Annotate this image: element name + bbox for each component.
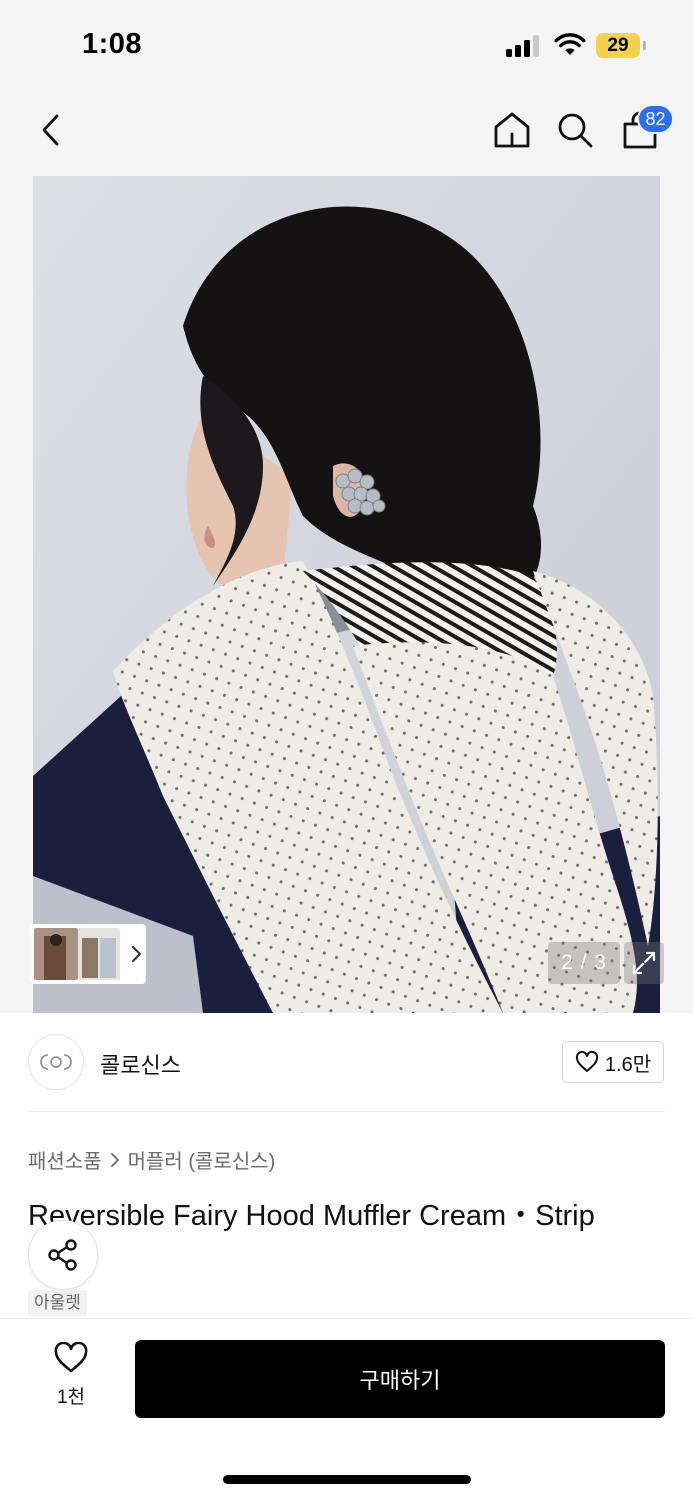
- share-icon: [48, 1239, 77, 1271]
- back-button[interactable]: [26, 100, 74, 160]
- nav-bar: [0, 100, 693, 164]
- battery-icon: 29: [596, 33, 640, 58]
- signal-icon: [506, 35, 542, 57]
- image-counter: 2 / 3: [548, 942, 620, 984]
- thumbnail-strip[interactable]: [30, 924, 146, 984]
- breadcrumb: 패션소품 머플러 (콜로신스): [28, 1145, 275, 1174]
- thumbnail-2[interactable]: [78, 928, 120, 980]
- wifi-icon: [554, 33, 586, 55]
- expand-icon: [632, 951, 656, 975]
- buy-button[interactable]: 구매하기: [135, 1340, 665, 1418]
- divider: [28, 1111, 665, 1112]
- home-icon: [494, 112, 530, 148]
- outlet-tag: 아울렛: [28, 1290, 87, 1316]
- like-button[interactable]: 1천: [40, 1342, 102, 1412]
- thumbnail-1[interactable]: [34, 928, 78, 980]
- heart-outline-icon: [575, 1051, 598, 1072]
- product-photo: [33, 176, 660, 1013]
- product-image[interactable]: [33, 176, 660, 1013]
- expand-button[interactable]: [624, 942, 664, 984]
- brand-logo[interactable]: [28, 1034, 84, 1090]
- chevron-right-icon: [132, 946, 142, 962]
- brand-like-button[interactable]: 1.6만: [562, 1041, 664, 1083]
- share-button[interactable]: [28, 1220, 98, 1290]
- search-button[interactable]: [551, 100, 599, 160]
- brand-logo-icon: [40, 1054, 72, 1070]
- like-count: 1천: [56, 1387, 86, 1408]
- brand-name[interactable]: 콜로신스: [100, 1048, 181, 1080]
- breadcrumb-category[interactable]: 패션소품: [28, 1145, 102, 1174]
- search-icon: [558, 113, 593, 148]
- battery-tip: [643, 41, 646, 50]
- status-bar: 1:08 29: [0, 0, 693, 90]
- cart-badge: 82: [637, 104, 674, 134]
- status-time: 1:08: [82, 28, 143, 60]
- chevron-right-icon: [110, 1152, 119, 1167]
- home-button[interactable]: [488, 100, 536, 160]
- chevron-left-icon: [42, 114, 59, 146]
- product-title: Reversible Fairy Hood Muffler Cream・Stri…: [28, 1200, 595, 1232]
- home-indicator: [223, 1475, 471, 1484]
- brand-like-count: 1.6만: [604, 1053, 652, 1076]
- breadcrumb-subcategory[interactable]: 머플러 (콜로신스): [128, 1145, 276, 1174]
- heart-outline-icon: [54, 1342, 88, 1373]
